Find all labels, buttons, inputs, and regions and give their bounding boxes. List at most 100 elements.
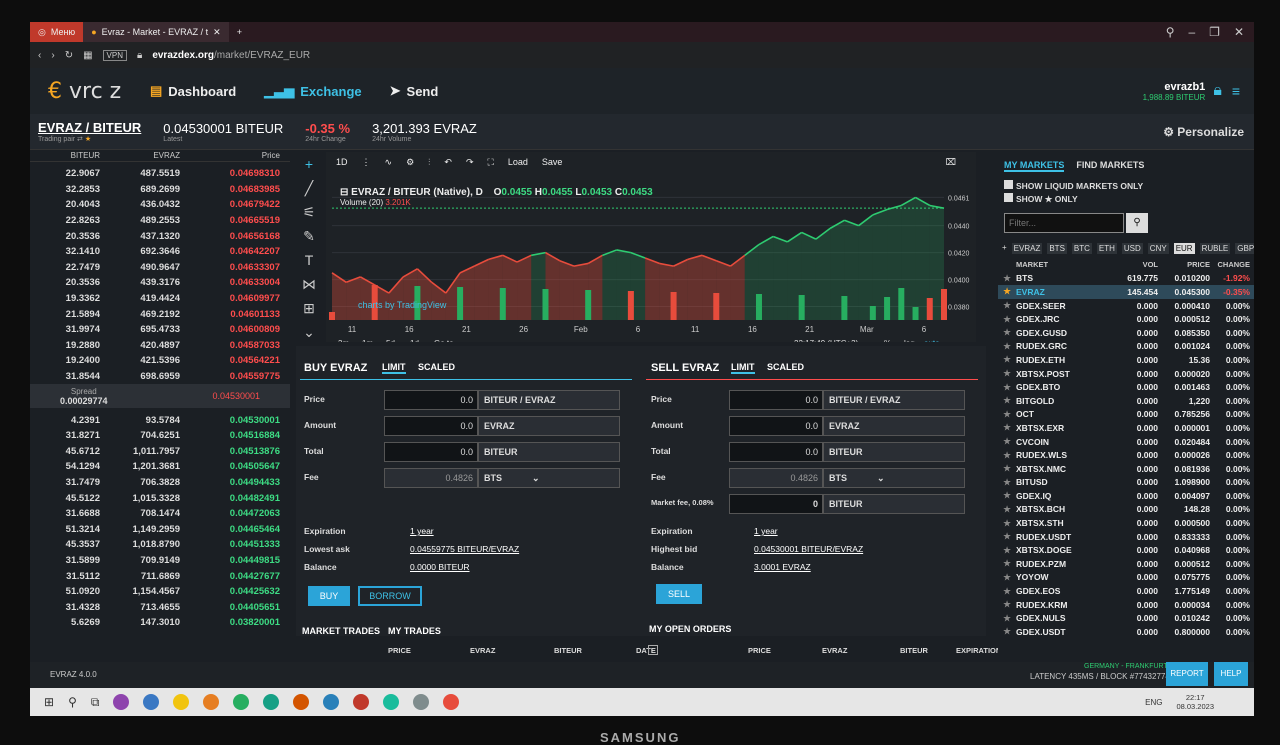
search-icon[interactable]: ⚲	[68, 695, 77, 709]
swap-icon[interactable]: ⇄	[77, 136, 83, 143]
base-eur[interactable]: EUR	[1173, 243, 1195, 254]
market-row[interactable]: ★ BTS 619.775 0.010200 -1.92%	[998, 272, 1254, 286]
ask-row[interactable]: 20.4043 436.0432 0.04679422	[30, 197, 290, 213]
close-icon[interactable]: ✕	[213, 27, 221, 38]
crosshair-icon[interactable]: +	[292, 152, 326, 176]
market-row[interactable]: ★ EVRAZ 145.454 0.045300 -0.35%	[998, 285, 1254, 299]
taskview-icon[interactable]: ⧉	[91, 695, 100, 710]
base-usd[interactable]: USD	[1121, 243, 1143, 254]
market-row[interactable]: ★ GDEX.BTO 0.000 0.001463 0.00%	[998, 380, 1254, 394]
ruler-icon[interactable]: ⊞	[292, 296, 326, 320]
app-icon-3[interactable]	[323, 694, 340, 710]
buy-tab-scaled[interactable]: SCALED	[418, 362, 455, 372]
market-row[interactable]: ★ CVCOIN 0.000 0.020484 0.00%	[998, 435, 1254, 449]
buy-fee-select[interactable]: BTS ⌄	[478, 468, 620, 488]
star-icon[interactable]: ★	[998, 273, 1016, 284]
app-icon-5[interactable]	[413, 694, 430, 710]
fullscreen-icon[interactable]: ⛶	[488, 157, 494, 168]
add-base-icon[interactable]: +	[1002, 243, 1007, 254]
tab-evraz[interactable]: ● Evraz - Market - EVRAZ / t ✕	[83, 22, 229, 42]
save-button[interactable]: Save	[542, 157, 563, 167]
market-row[interactable]: ★ XBTSX.DOGE 0.000 0.040968 0.00%	[998, 543, 1254, 557]
sell-total-input[interactable]: 0.0	[729, 442, 823, 462]
star-icon[interactable]: ★	[998, 341, 1016, 352]
tab-my-open-orders[interactable]: MY OPEN ORDERS	[649, 624, 731, 634]
bid-row[interactable]: 5.6269 147.3010 0.03820001	[30, 615, 290, 631]
search-icon[interactable]: ⚲	[1126, 213, 1148, 233]
app-icon-4[interactable]	[383, 694, 400, 710]
ask-row[interactable]: 19.3362 419.4424 0.04609977	[30, 291, 290, 307]
market-row[interactable]: ★ GDEX.EOS 0.000 1.775149 0.00%	[998, 584, 1254, 598]
pattern-icon[interactable]: ⋈	[292, 272, 326, 296]
base-evraz[interactable]: EVRAZ	[1011, 243, 1043, 254]
account-info[interactable]: evrazb1 1,988.89 BITEUR	[1143, 81, 1214, 102]
liquid-only-checkbox[interactable]	[1004, 180, 1013, 189]
filter-input[interactable]	[1004, 213, 1124, 233]
star-icon[interactable]: ★	[998, 422, 1016, 433]
star-icon[interactable]: ★	[998, 450, 1016, 461]
chrome-icon[interactable]	[203, 694, 220, 710]
star-icon[interactable]: ★	[998, 368, 1016, 379]
star-icon[interactable]: ★	[998, 286, 1016, 297]
bid-row[interactable]: 51.3214 1,149.2959 0.04465464	[30, 521, 290, 537]
bid-row[interactable]: 45.6712 1,011.7957 0.04513876	[30, 444, 290, 460]
tab-my-trades[interactable]: MY TRADES	[388, 626, 441, 636]
bid-row[interactable]: 31.6688 708.1474 0.04472063	[30, 506, 290, 522]
market-row[interactable]: ★ XBTSX.STH 0.000 0.000500 0.00%	[998, 516, 1254, 530]
sell-button[interactable]: SELL	[656, 584, 702, 604]
ask-row[interactable]: 32.1410 692.3646 0.04642207	[30, 244, 290, 260]
browser-menu[interactable]: ◎ Меню	[30, 22, 84, 42]
menu-icon[interactable]: ≡	[1232, 83, 1240, 99]
collapse-icon[interactable]: ⌄	[292, 320, 326, 344]
personalize-button[interactable]: ⚙ Personalize	[1163, 125, 1244, 139]
base-cny[interactable]: CNY	[1147, 243, 1169, 254]
trendline-icon[interactable]: ╱	[292, 176, 326, 200]
clock[interactable]: 22:17 08.03.2023	[1176, 693, 1214, 711]
new-tab-button[interactable]: +	[229, 22, 250, 42]
camera-icon[interactable]: ⌧	[946, 157, 956, 168]
base-btc[interactable]: BTC	[1071, 243, 1092, 254]
star-icon[interactable]: ★	[998, 490, 1016, 501]
restore-icon[interactable]: ❐	[1209, 25, 1220, 39]
buy-button[interactable]: BUY	[308, 586, 350, 606]
interval-button[interactable]: 1D	[336, 157, 348, 167]
ask-row[interactable]: 21.5894 469.2192 0.04601133	[30, 306, 290, 322]
compare-icon[interactable]: ⫶	[428, 157, 430, 168]
bid-row[interactable]: 31.5112 711.6869 0.04427677	[30, 568, 290, 584]
text-icon[interactable]: T	[292, 248, 326, 272]
star-icon[interactable]: ★	[998, 545, 1016, 556]
highest-bid-value[interactable]: 0.04530001 BITEUR/EVRAZ	[754, 544, 863, 554]
sell-price-input[interactable]: 0.0	[729, 390, 823, 410]
market-row[interactable]: ★ GDEX.SEER 0.000 0.000410 0.00%	[998, 299, 1254, 313]
opera-taskbar-icon[interactable]	[443, 694, 460, 710]
star-icon[interactable]: ★	[998, 572, 1016, 583]
select-all-checkbox[interactable]	[648, 645, 658, 655]
market-row[interactable]: ★ GDEX.JRC 0.000 0.000512 0.00%	[998, 312, 1254, 326]
ask-row[interactable]: 32.2853 689.2699 0.04683985	[30, 182, 290, 198]
star-icon[interactable]: ★	[998, 477, 1016, 488]
app-icon-1[interactable]	[113, 694, 130, 710]
market-row[interactable]: ★ RUDEX.GRC 0.000 0.001024 0.00%	[998, 340, 1254, 354]
market-row[interactable]: ★ YOYOW 0.000 0.075775 0.00%	[998, 571, 1254, 585]
ask-row[interactable]: 20.3536 437.1320 0.04656168	[30, 228, 290, 244]
folder-icon[interactable]	[173, 694, 190, 710]
bid-row[interactable]: 45.5122 1,015.3328 0.04482491	[30, 490, 290, 506]
market-row[interactable]: ★ XBTSX.BCH 0.000 148.28 0.00%	[998, 503, 1254, 517]
chrome-icon-3[interactable]	[263, 694, 280, 710]
market-row[interactable]: ★ XBTSX.NMC 0.000 0.081936 0.00%	[998, 462, 1254, 476]
buy-amount-input[interactable]: 0.0	[384, 416, 478, 436]
star-icon[interactable]: ★	[998, 327, 1016, 338]
star-icon[interactable]: ★	[998, 436, 1016, 447]
sell-amount-input[interactable]: 0.0	[729, 416, 823, 436]
star-icon[interactable]: ★	[998, 504, 1016, 515]
ask-row[interactable]: 19.2400 421.5396 0.04564221	[30, 353, 290, 369]
mail-icon[interactable]	[353, 694, 370, 710]
star-icon[interactable]: ★	[998, 409, 1016, 420]
minimize-icon[interactable]: –	[1188, 25, 1195, 39]
brush-icon[interactable]: ✎	[292, 224, 326, 248]
market-row[interactable]: ★ RUDEX.KRM 0.000 0.000034 0.00%	[998, 598, 1254, 612]
ask-row[interactable]: 31.8544 698.6959 0.04559775	[30, 369, 290, 385]
market-row[interactable]: ★ RUDEX.ETH 0.000 15.36 0.00%	[998, 353, 1254, 367]
bid-row[interactable]: 31.4328 713.4655 0.04405651	[30, 599, 290, 615]
bid-row[interactable]: 31.7479 706.3828 0.04494433	[30, 475, 290, 491]
